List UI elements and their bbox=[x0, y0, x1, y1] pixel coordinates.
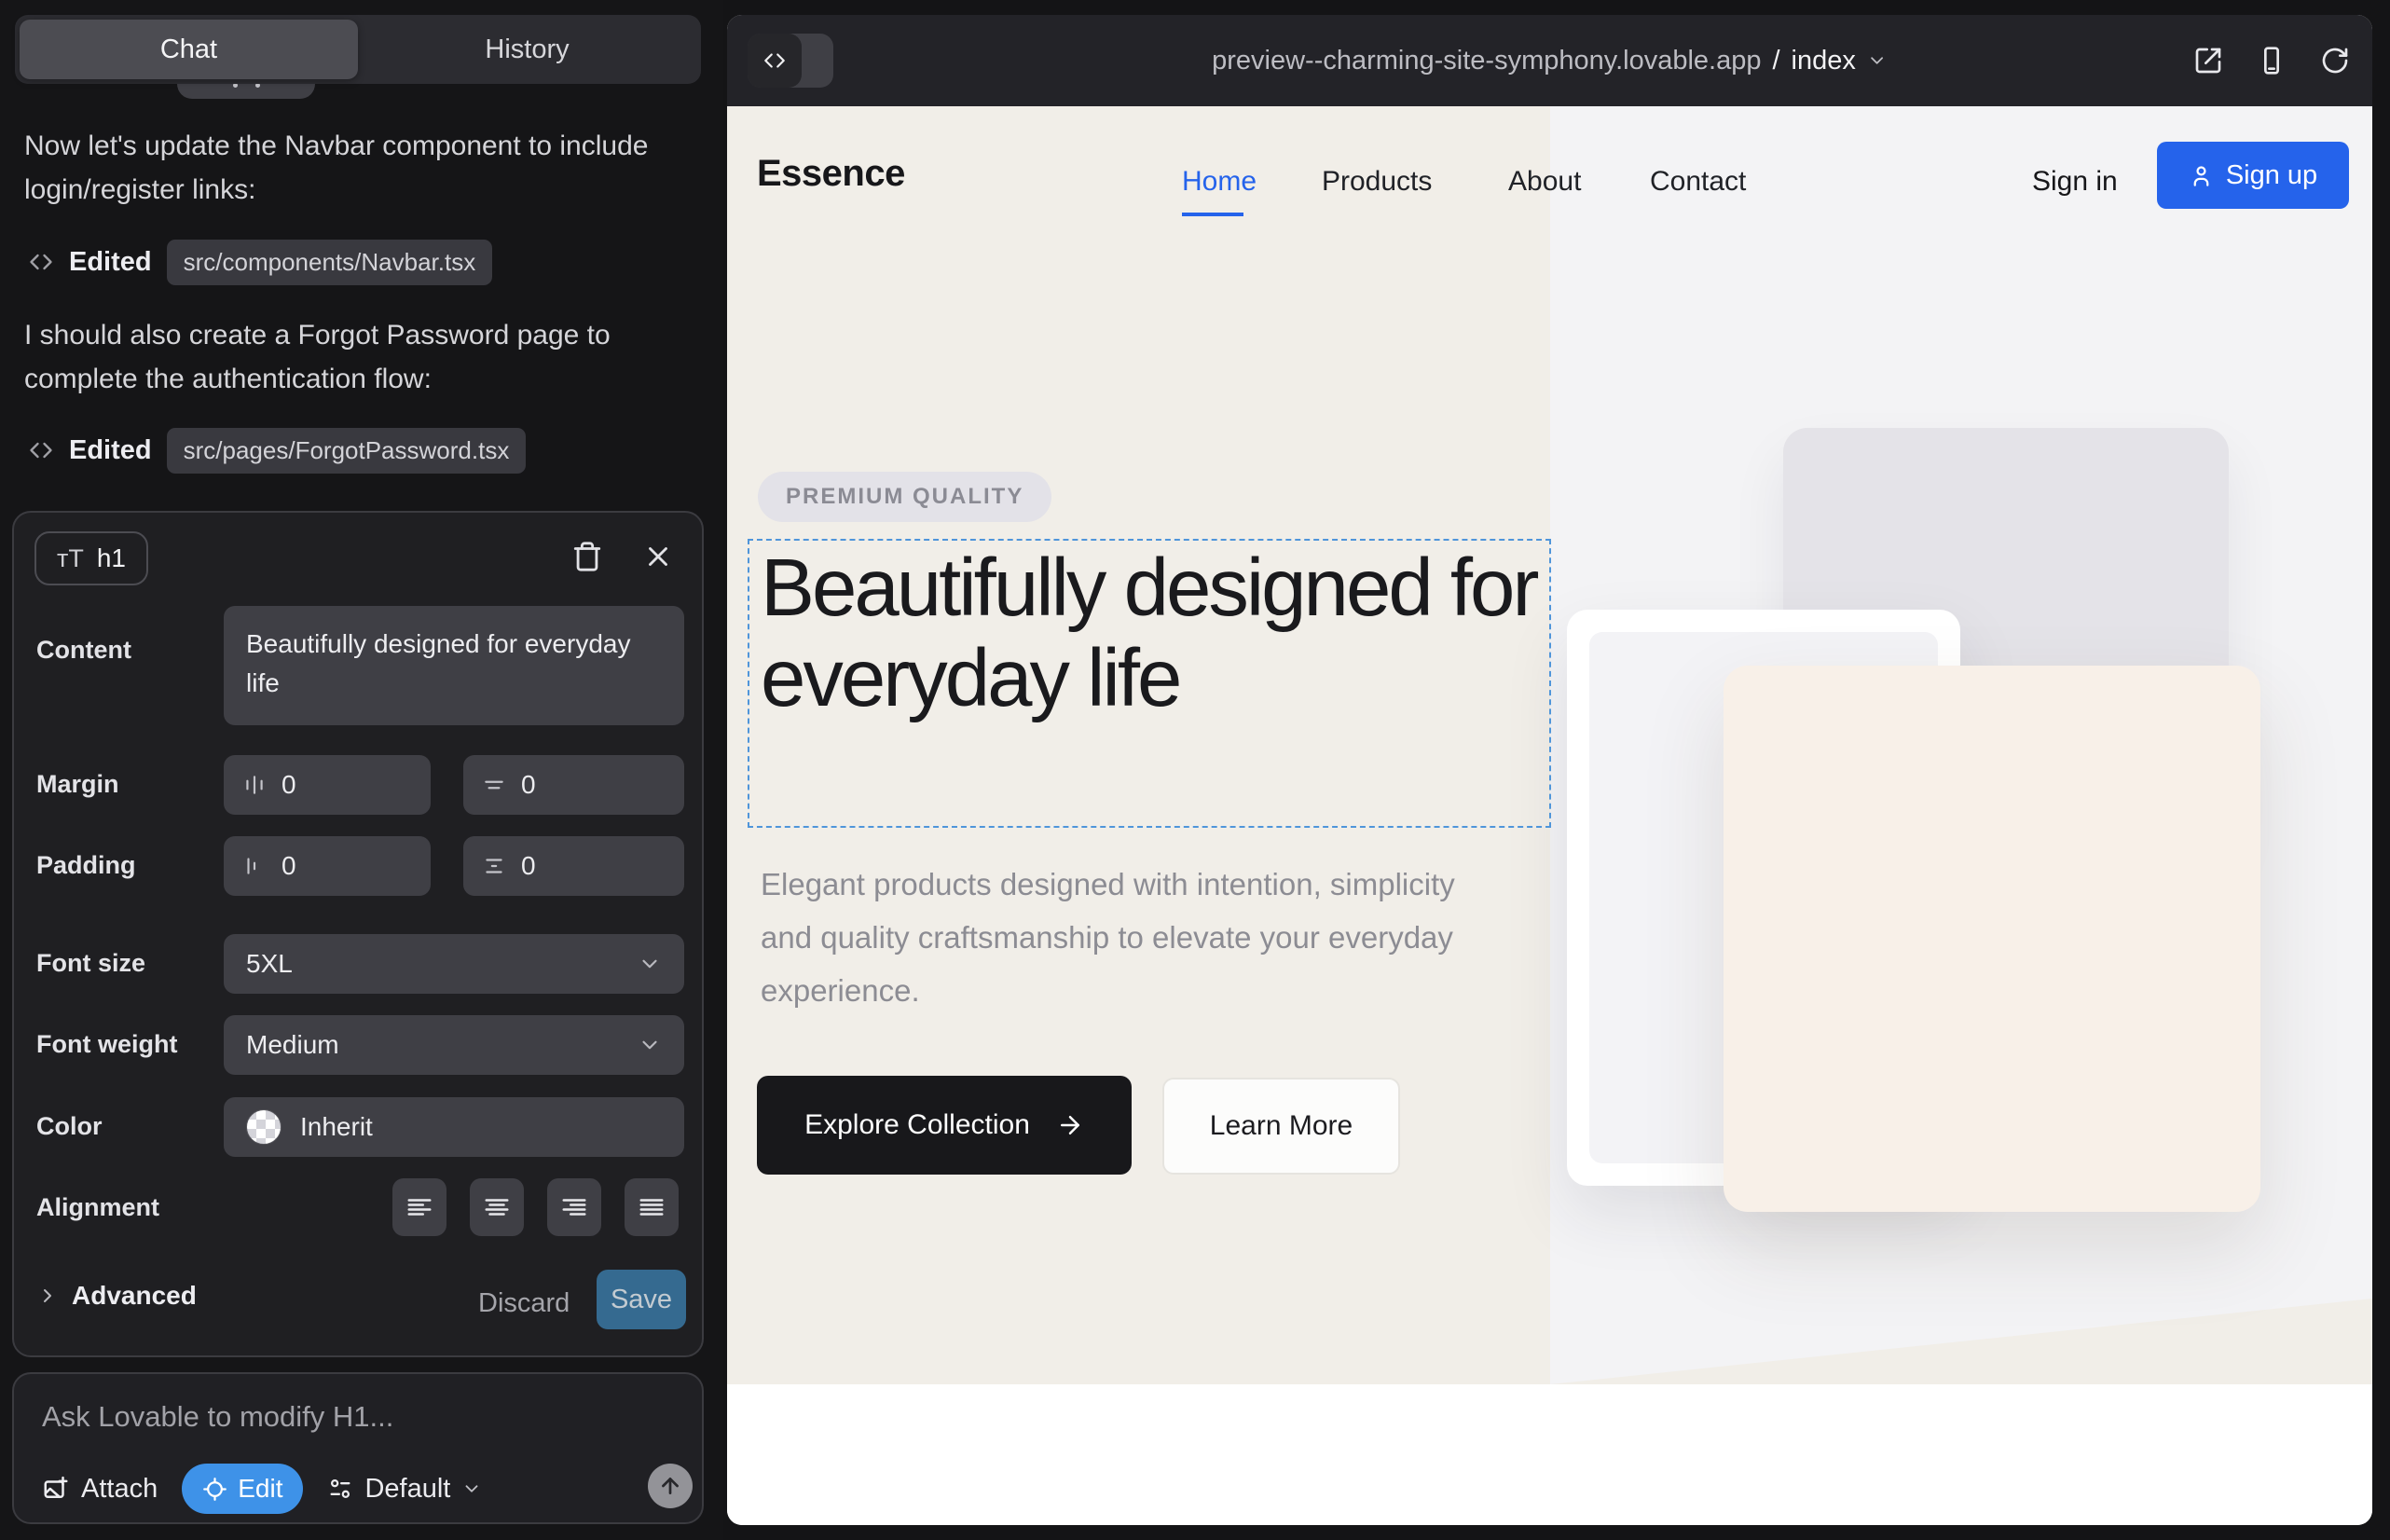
url-bar[interactable]: preview--charming-site-symphony.lovable.… bbox=[1212, 15, 1888, 106]
element-tag: h1 bbox=[97, 543, 126, 573]
font-size-select[interactable]: 5XL bbox=[224, 934, 684, 994]
chevron-right-icon bbox=[36, 1285, 59, 1307]
font-weight-label: Font weight bbox=[36, 1030, 177, 1059]
margin-x-input[interactable]: 0 bbox=[224, 755, 431, 815]
edited-file-row[interactable]: Edited src/components/Navbar.tsx bbox=[28, 239, 492, 285]
preview-window: preview--charming-site-symphony.lovable.… bbox=[727, 15, 2372, 1525]
code-icon bbox=[748, 34, 802, 88]
chat-history-tabbar: Chat History bbox=[15, 15, 701, 84]
element-editor-panel: ᴛT h1 Content Beautifully designed for e… bbox=[12, 511, 704, 1357]
save-button[interactable]: Save bbox=[597, 1270, 686, 1329]
discard-button[interactable]: Discard bbox=[478, 1288, 570, 1319]
content-input[interactable]: Beautifully designed for everyday life bbox=[224, 606, 684, 725]
tab-history[interactable]: History bbox=[358, 20, 696, 79]
attach-button[interactable]: Attach bbox=[42, 1474, 158, 1505]
assistant-message: I should also create a Forgot Password p… bbox=[24, 313, 677, 401]
tab-chat[interactable]: Chat bbox=[20, 20, 358, 79]
preview-url: preview--charming-site-symphony.lovable.… bbox=[1212, 46, 1761, 76]
sign-up-button[interactable]: Sign up bbox=[2157, 142, 2349, 209]
font-weight-select[interactable]: Medium bbox=[224, 1015, 684, 1075]
delete-element-button[interactable] bbox=[571, 541, 603, 572]
edited-label: Edited bbox=[69, 247, 152, 278]
align-center-button[interactable] bbox=[470, 1178, 524, 1236]
refresh-icon[interactable] bbox=[2320, 46, 2350, 76]
premium-quality-badge: PREMIUM QUALITY bbox=[758, 472, 1051, 522]
color-label: Color bbox=[36, 1112, 103, 1141]
mobile-view-icon[interactable] bbox=[2257, 46, 2287, 76]
arrow-right-icon bbox=[1056, 1111, 1084, 1139]
site-canvas: Essence Home Products About Contact Sign… bbox=[727, 106, 2372, 1525]
sign-in-link[interactable]: Sign in bbox=[2032, 166, 2118, 198]
decorative-wedge bbox=[1550, 1299, 2372, 1384]
align-justify-button[interactable] bbox=[625, 1178, 679, 1236]
nav-about[interactable]: About bbox=[1508, 166, 1581, 198]
align-left-button[interactable] bbox=[392, 1178, 446, 1236]
advanced-toggle[interactable]: Advanced bbox=[36, 1281, 197, 1311]
margin-vertical-icon bbox=[482, 773, 506, 797]
content-label: Content bbox=[36, 636, 131, 665]
chevron-down-icon bbox=[638, 1033, 662, 1057]
padding-x-input[interactable]: 0 bbox=[224, 836, 431, 896]
transparent-color-swatch bbox=[246, 1109, 282, 1145]
edited-label: Edited bbox=[69, 435, 152, 466]
hero-section: Essence Home Products About Contact Sign… bbox=[727, 106, 2372, 1384]
nav-contact[interactable]: Contact bbox=[1650, 166, 1746, 198]
model-default-select[interactable]: Default bbox=[327, 1474, 482, 1505]
font-size-label: Font size bbox=[36, 949, 145, 978]
file-path-pill[interactable]: src/pages/ForgotPassword.tsx bbox=[167, 428, 527, 474]
preview-toolbar: preview--charming-site-symphony.lovable.… bbox=[727, 15, 2372, 106]
code-icon bbox=[28, 437, 54, 463]
prompt-input[interactable] bbox=[42, 1400, 639, 1434]
text-element-icon: ᴛT bbox=[57, 544, 84, 573]
margin-y-input[interactable]: 0 bbox=[463, 755, 684, 815]
align-right-button[interactable] bbox=[547, 1178, 601, 1236]
close-panel-button[interactable] bbox=[642, 541, 674, 572]
decorative-card-cream bbox=[1724, 666, 2260, 1212]
url-separator: / bbox=[1772, 46, 1779, 76]
target-icon bbox=[202, 1477, 227, 1502]
chevron-down-icon bbox=[461, 1478, 482, 1499]
edit-mode-button[interactable]: Edit bbox=[182, 1464, 303, 1514]
url-page: index bbox=[1792, 46, 1856, 76]
alignment-label: Alignment bbox=[36, 1193, 159, 1222]
chat-composer: Attach Edit Default bbox=[12, 1372, 704, 1524]
chat-sidebar: Chat History Now let's update the Navbar… bbox=[0, 0, 723, 1540]
user-icon bbox=[2189, 163, 2214, 188]
margin-label: Margin bbox=[36, 770, 119, 799]
file-path-pill[interactable]: src/components/Navbar.tsx bbox=[167, 240, 493, 285]
nav-products[interactable]: Products bbox=[1322, 166, 1432, 198]
active-nav-underline bbox=[1182, 213, 1243, 216]
nav-home[interactable]: Home bbox=[1182, 166, 1257, 198]
code-view-toggle[interactable] bbox=[748, 34, 833, 88]
site-logo[interactable]: Essence bbox=[757, 153, 905, 195]
learn-more-button[interactable]: Learn More bbox=[1162, 1078, 1400, 1175]
edited-file-row[interactable]: Edited src/pages/ForgotPassword.tsx bbox=[28, 427, 526, 474]
open-external-icon[interactable] bbox=[2193, 46, 2223, 76]
padding-vertical-icon bbox=[482, 854, 506, 878]
code-icon bbox=[28, 249, 54, 275]
assistant-message: Now let's update the Navbar component to… bbox=[24, 124, 677, 212]
margin-horizontal-icon bbox=[242, 773, 267, 797]
sliders-icon bbox=[327, 1476, 353, 1502]
chevron-down-icon bbox=[638, 952, 662, 976]
hero-description: Elegant products designed with intention… bbox=[761, 858, 1506, 1017]
padding-label: Padding bbox=[36, 851, 136, 880]
padding-horizontal-icon bbox=[242, 854, 267, 878]
send-button[interactable] bbox=[648, 1464, 693, 1508]
selected-element-chip[interactable]: ᴛT h1 bbox=[34, 531, 148, 585]
explore-collection-button[interactable]: Explore Collection bbox=[757, 1076, 1132, 1175]
attach-image-icon bbox=[42, 1475, 70, 1503]
hero-headline[interactable]: Beautifully designed for everyday life bbox=[761, 543, 1544, 723]
color-select[interactable]: Inherit bbox=[224, 1097, 684, 1157]
chevron-down-icon bbox=[1867, 50, 1888, 71]
padding-y-input[interactable]: 0 bbox=[463, 836, 684, 896]
